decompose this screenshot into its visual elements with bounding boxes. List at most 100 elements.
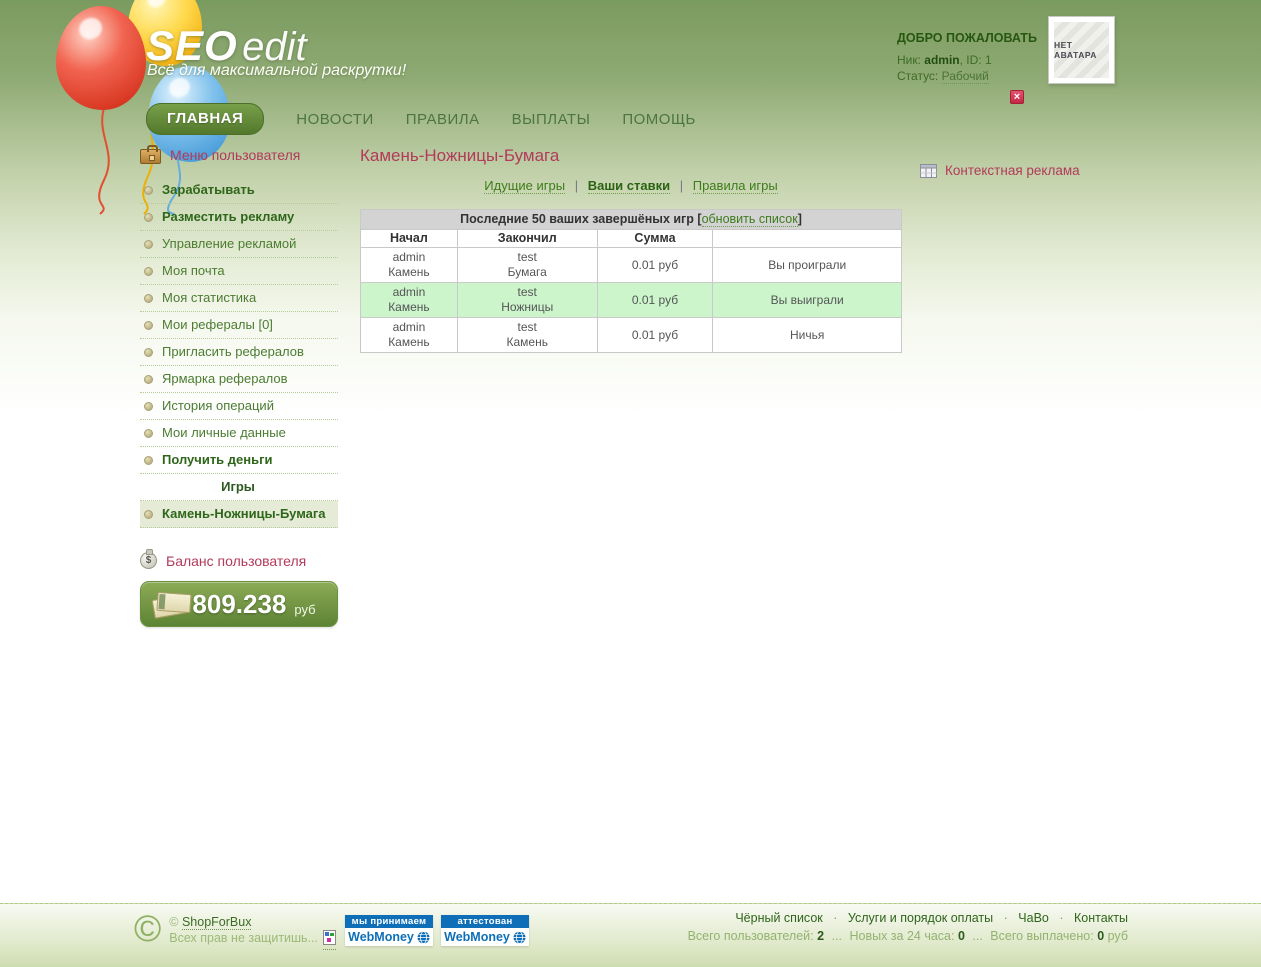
bullet-icon — [144, 348, 153, 357]
finished-games-table: Последние 50 ваших завершёных игр [обнов… — [360, 209, 902, 353]
sidebar-item-manage-ads[interactable]: Управление рекламой — [140, 231, 338, 258]
cell-amount: 0.01 руб — [596, 247, 714, 283]
copyright-line: © ShopForBux — [169, 915, 252, 930]
cell-finisher: test Камень — [456, 317, 598, 353]
sidebar-item-place-ads[interactable]: Разместить рекламу — [140, 204, 338, 231]
table-row: admin Камень test Бумага 0.01 руб Вы проиг… — [360, 247, 902, 283]
avatar: НЕТ АВАТАРА — [1048, 16, 1115, 84]
bullet-icon — [144, 213, 153, 222]
bullet-icon — [144, 510, 153, 519]
webmoney-accept-badge[interactable]: мы принимаем WebMoney — [345, 915, 433, 946]
context-ad-title: Контекстная реклама — [945, 163, 1080, 178]
balance-header: $ Баланс пользователя — [140, 549, 338, 569]
sidebar-item-my-referrals[interactable]: Мои рефералы [0] — [140, 312, 338, 339]
webmoney-certified-badge[interactable]: аттестован WebMoney — [441, 915, 529, 946]
webmoney-badges: мы принимаем WebMoney аттестован WebMone… — [345, 915, 529, 946]
context-ad-header: Контекстная реклама — [920, 163, 1080, 178]
cell-starter: admin Камень — [360, 317, 458, 353]
footer-link-contacts[interactable]: Контакты — [1074, 911, 1128, 925]
bullet-icon — [144, 240, 153, 249]
welcome-status-line: Статус: Рабочий — [897, 68, 1047, 84]
sidebar-item-personal-data[interactable]: Мои личные данные — [140, 420, 338, 447]
cell-amount: 0.01 руб — [596, 317, 714, 353]
sidebar-item-earn[interactable]: Зарабатывать — [140, 177, 338, 204]
nav-item-news[interactable]: НОВОСТИ — [296, 111, 373, 128]
balance-currency: руб — [294, 601, 316, 617]
footer-link-blacklist[interactable]: Чёрный список — [735, 911, 822, 925]
balance-box: 809.238 руб — [140, 581, 338, 627]
nav-item-home[interactable]: ГЛАВНАЯ — [146, 103, 265, 135]
tab-your-bets[interactable]: Ваши ставки — [587, 178, 671, 194]
tab-running-games[interactable]: Идущие игры — [484, 178, 566, 194]
main-nav: ГЛАВНАЯ НОВОСТИ ПРАВИЛА ВЫПЛАТЫ ПОМОЩЬ — [146, 103, 696, 135]
balance-amount: 809.238 — [192, 588, 287, 619]
footer-stats: Всего пользователей: 2 ... Новых за 24 ч… — [687, 929, 1128, 943]
sidebar-item-invite-referrals[interactable]: Пригласить рефералов — [140, 339, 338, 366]
footer-link-services[interactable]: Услуги и порядок оплаты — [848, 911, 993, 925]
bullet-icon — [144, 456, 153, 465]
sidebar-item-get-money[interactable]: Получить деньги — [140, 447, 338, 474]
nav-item-help[interactable]: ПОМОЩЬ — [622, 111, 696, 128]
sidebar-item-my-stats[interactable]: Моя статистика — [140, 285, 338, 312]
footer: © © ShopForBux Всех прав не защитишь... … — [0, 903, 1261, 967]
status-link[interactable]: Рабочий — [941, 69, 989, 84]
copyright-block: © © ShopForBux Всех прав не защитишь... — [134, 908, 336, 950]
table-row: admin Камень test Камень 0.01 руб Ничья — [360, 317, 902, 353]
bullet-icon — [144, 429, 153, 438]
tab-separator: | — [679, 178, 684, 193]
cell-result: Вы проиграли — [712, 247, 902, 283]
col-result — [712, 229, 902, 248]
sidebar-item-my-mail[interactable]: Моя почта — [140, 258, 338, 285]
copyright-icon: © — [134, 908, 162, 949]
cell-starter: admin Камень — [360, 247, 458, 283]
id-label: , ID: — [959, 53, 982, 67]
bullet-icon — [144, 294, 153, 303]
shopforbux-link[interactable]: ShopForBux — [181, 915, 252, 930]
nav-item-payouts[interactable]: ВЫПЛАТЫ — [512, 111, 591, 128]
game-tabs: Идущие игры | Ваши ставки | Правила игры — [360, 178, 902, 194]
counter-icon[interactable] — [322, 930, 336, 950]
close-icon[interactable]: × — [1010, 90, 1024, 104]
table-grid-icon — [920, 163, 937, 178]
bullet-icon — [144, 321, 153, 330]
sidebar-item-referral-fair[interactable]: Ярмарка рефералов — [140, 366, 338, 393]
briefcase-icon — [140, 145, 161, 164]
id-value: 1 — [985, 53, 992, 67]
sidebar-item-rock-paper-scissors[interactable]: Камень-Ножницы-Бумага — [140, 501, 338, 528]
nick-value: admin — [924, 53, 960, 67]
nav-item-rules[interactable]: ПРАВИЛА — [406, 111, 480, 128]
tab-game-rules[interactable]: Правила игры — [692, 178, 778, 194]
footer-link-faq[interactable]: ЧаВо — [1018, 911, 1049, 925]
welcome-title: ДОБРО ПОЖАЛОВАТЬ — [897, 31, 1037, 45]
cell-result: Вы выиграли — [712, 282, 902, 318]
bullet-icon — [144, 186, 153, 195]
nick-label: Ник: — [897, 53, 921, 67]
user-menu: Зарабатывать Разместить рекламу Управлен… — [140, 177, 338, 528]
banknotes-icon — [151, 591, 193, 619]
welcome-block: ДОБРО ПОЖАЛОВАТЬ Ник: admin, ID: 1 Стату… — [897, 31, 1047, 84]
table-header-row: Начал Закончил Сумма — [360, 229, 902, 248]
cell-amount: 0.01 руб — [596, 282, 714, 318]
tab-separator: | — [574, 178, 579, 193]
rights-note: Всех прав не защитишь... — [169, 930, 336, 950]
col-finished: Закончил — [456, 229, 598, 248]
sidebar-item-operations-history[interactable]: История операций — [140, 393, 338, 420]
user-menu-title: Меню пользователя — [170, 147, 301, 163]
table-caption: Последние 50 ваших завершёных игр — [460, 212, 694, 226]
cell-starter: admin Камень — [360, 282, 458, 318]
footer-right: Чёрный список · Услуги и порядок оплаты … — [688, 911, 1128, 943]
status-label: Статус: — [897, 69, 939, 83]
cell-result: Ничья — [712, 317, 902, 353]
avatar-placeholder-text: НЕТ АВАТАРА — [1054, 22, 1109, 78]
red-balloon-icon — [56, 6, 146, 110]
page-title: Камень-Ножницы-Бумага — [360, 146, 560, 165]
cell-finisher: test Ножницы — [456, 282, 598, 318]
webmoney-globe-icon — [513, 930, 526, 944]
sidebar: Меню пользователя Зарабатывать Разместит… — [140, 145, 338, 627]
user-menu-header: Меню пользователя — [140, 145, 338, 164]
bullet-icon — [144, 267, 153, 276]
col-amount: Сумма — [596, 229, 714, 248]
page: SEO edit Всё для максимальной раскрутки!… — [0, 0, 1261, 967]
webmoney-globe-icon — [417, 930, 430, 944]
refresh-list-link[interactable]: обновить список — [701, 212, 798, 227]
